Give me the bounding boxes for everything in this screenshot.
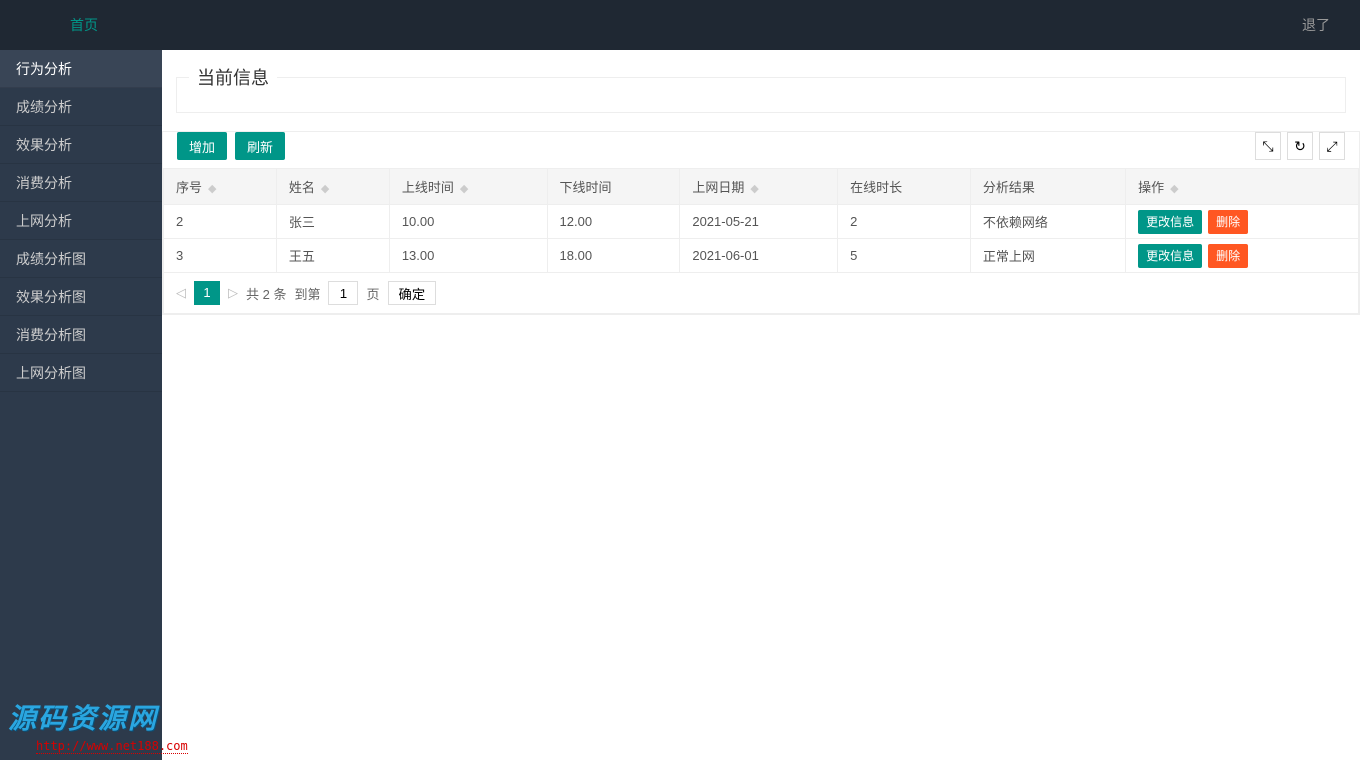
- logout-link[interactable]: 退了: [1302, 15, 1330, 35]
- table-cell: 不依赖网络: [970, 205, 1125, 239]
- sidebar-item-4[interactable]: 上网分析: [0, 202, 162, 240]
- edit-button[interactable]: 更改信息: [1138, 244, 1202, 268]
- watermark-title: 源码资源网: [8, 697, 188, 737]
- pagination: ◁ 1 ▷ 共 2 条 到第 页 确定: [163, 273, 1359, 314]
- sidebar-item-5[interactable]: 成绩分析图: [0, 240, 162, 278]
- col-online-date[interactable]: 上网日期◆: [680, 169, 838, 205]
- col-ops[interactable]: 操作◆: [1126, 169, 1359, 205]
- table-cell: 13.00: [389, 239, 547, 273]
- toolbar-icon-2[interactable]: ↻: [1287, 132, 1313, 160]
- sidebar-item-6[interactable]: 效果分析图: [0, 278, 162, 316]
- sidebar-item-1[interactable]: 成绩分析: [0, 88, 162, 126]
- watermark: 源码资源网 http://www.net188.com: [0, 691, 196, 760]
- toolbar-icon-1[interactable]: ⤡: [1255, 132, 1281, 160]
- col-name[interactable]: 姓名◆: [276, 169, 389, 205]
- sidebar-item-7[interactable]: 消费分析图: [0, 316, 162, 354]
- sidebar-item-0[interactable]: 行为分析: [0, 50, 162, 88]
- table-cell: 3: [164, 239, 277, 273]
- edit-button[interactable]: 更改信息: [1138, 210, 1202, 234]
- goto-suffix: 页: [366, 284, 379, 303]
- page-total: 共 2 条: [246, 284, 286, 303]
- table-toolbar: 增加 刷新 ⤡ ↻ ⤢: [163, 132, 1359, 168]
- top-header: 首页 退了: [0, 0, 1360, 50]
- table-row: 2张三10.0012.002021-05-212不依赖网络更改信息删除: [164, 205, 1359, 239]
- page-next-icon[interactable]: ▷: [228, 285, 238, 301]
- col-offline-time: 下线时间: [547, 169, 680, 205]
- sort-icon: ◆: [208, 183, 216, 195]
- table-cell: 2: [838, 205, 971, 239]
- col-online-time[interactable]: 上线时间◆: [389, 169, 547, 205]
- table-cell: 18.00: [547, 239, 680, 273]
- toolbar-icon-3[interactable]: ⤢: [1319, 132, 1345, 160]
- data-table: 序号◆ 姓名◆ 上线时间◆ 下线时间 上网日期◆ 在线时长 分析结果 操作◆ 2…: [163, 168, 1359, 273]
- table-cell: 2: [164, 205, 277, 239]
- table-cell: 2021-06-01: [680, 239, 838, 273]
- sort-icon: ◆: [321, 183, 329, 195]
- table-cell: 正常上网: [970, 239, 1125, 273]
- refresh-button[interactable]: 刷新: [235, 132, 285, 160]
- home-link[interactable]: 首页: [70, 15, 98, 35]
- sort-icon: ◆: [750, 183, 758, 195]
- col-seq[interactable]: 序号◆: [164, 169, 277, 205]
- table-cell-ops: 更改信息删除: [1126, 205, 1359, 239]
- page-current[interactable]: 1: [194, 281, 220, 305]
- table-cell: 2021-05-21: [680, 205, 838, 239]
- table-cell: 5: [838, 239, 971, 273]
- fieldset-title: 当前信息: [189, 64, 277, 90]
- sidebar-item-3[interactable]: 消费分析: [0, 164, 162, 202]
- table-cell: 12.00: [547, 205, 680, 239]
- col-duration: 在线时长: [838, 169, 971, 205]
- page-prev-icon[interactable]: ◁: [176, 285, 186, 301]
- table-cell: 10.00: [389, 205, 547, 239]
- watermark-url: http://www.net188.com: [36, 739, 188, 754]
- sidebar: 行为分析成绩分析效果分析消费分析上网分析成绩分析图效果分析图消费分析图上网分析图: [0, 50, 162, 760]
- sort-icon: ◆: [1170, 183, 1178, 195]
- delete-button[interactable]: 删除: [1208, 244, 1248, 268]
- goto-prefix: 到第: [294, 284, 320, 303]
- delete-button[interactable]: 删除: [1208, 210, 1248, 234]
- table-cell-ops: 更改信息删除: [1126, 239, 1359, 273]
- main-content: 当前信息 增加 刷新 ⤡ ↻ ⤢ 序号◆ 姓名◆ 上线时间◆ 下线时间 上网日期…: [162, 50, 1360, 760]
- table-cell: 张三: [276, 205, 389, 239]
- table-row: 3王五13.0018.002021-06-015正常上网更改信息删除: [164, 239, 1359, 273]
- sort-icon: ◆: [460, 183, 468, 195]
- add-button[interactable]: 增加: [177, 132, 227, 160]
- goto-confirm-button[interactable]: 确定: [388, 281, 437, 305]
- goto-input[interactable]: [328, 281, 358, 305]
- table-cell: 王五: [276, 239, 389, 273]
- col-result: 分析结果: [970, 169, 1125, 205]
- sidebar-item-8[interactable]: 上网分析图: [0, 354, 162, 392]
- sidebar-item-2[interactable]: 效果分析: [0, 126, 162, 164]
- info-fieldset: 当前信息: [176, 64, 1346, 113]
